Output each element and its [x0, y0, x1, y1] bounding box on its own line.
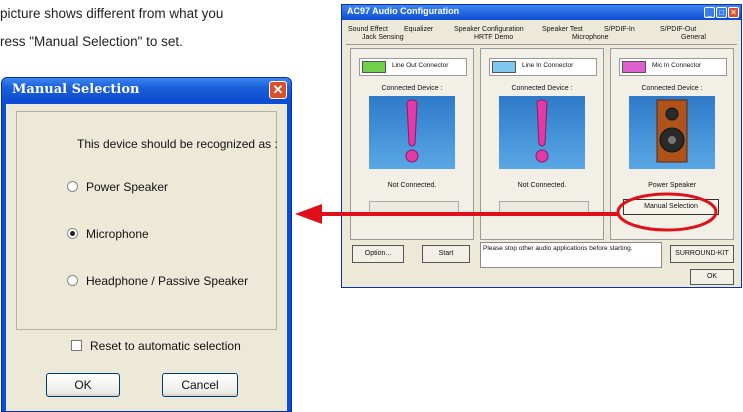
- annotation-overlay: [295, 192, 718, 232]
- arrow-head-icon: [295, 204, 322, 224]
- highlight-oval: [616, 192, 718, 232]
